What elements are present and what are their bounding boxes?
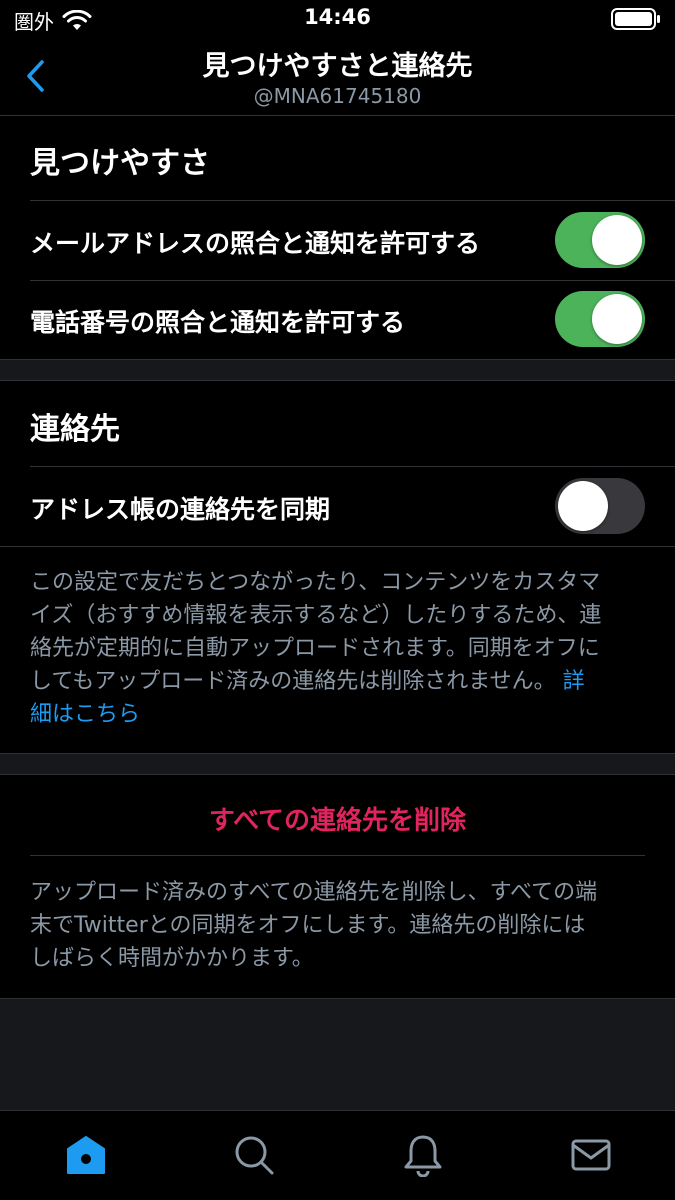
description-line: してもアップロード済みの連絡先は削除されません。 詳 bbox=[30, 665, 650, 698]
empty-area bbox=[0, 998, 675, 1110]
description-line: 末でTwitterとの同期をオフにします。連絡先の削除には bbox=[30, 913, 586, 938]
tab-bar bbox=[0, 1110, 675, 1200]
description-line: 絡先が定期的に自動アップロードされます。同期をオフに bbox=[30, 636, 600, 661]
contacts-title: 連絡先 bbox=[30, 412, 120, 447]
page-title: 見つけやすさと連絡先 bbox=[202, 51, 473, 82]
section-separator bbox=[0, 359, 675, 381]
status-time: 14:46 bbox=[304, 5, 371, 29]
account-handle: @MNA61745180 bbox=[253, 84, 422, 108]
toggle-knob bbox=[558, 481, 608, 531]
description-text: してもアップロード済みの連絡先は削除されません。 bbox=[30, 669, 556, 694]
description-line: イズ（おすすめ情報を表示するなど）したりするため、連 bbox=[30, 603, 602, 628]
divider bbox=[30, 466, 675, 467]
description-line: この設定で友だちとつながったり、コンテンツをカスタマ bbox=[30, 570, 601, 595]
battery-icon bbox=[611, 8, 660, 30]
divider bbox=[30, 855, 645, 856]
toggle-knob bbox=[592, 294, 642, 344]
section-separator bbox=[0, 753, 675, 775]
toggle-knob bbox=[592, 215, 642, 265]
delete-all-contacts-button[interactable]: すべての連絡先を削除 bbox=[0, 800, 675, 837]
delete-description: アップロード済みのすべての連絡先を削除し、すべての端 末でTwitterとの同期… bbox=[30, 876, 650, 975]
description-line: しばらく時間がかかります。 bbox=[30, 946, 314, 971]
search-icon[interactable] bbox=[232, 1133, 276, 1177]
discoverability-title: 見つけやすさ bbox=[30, 146, 210, 181]
divider bbox=[0, 546, 675, 547]
phone-match-label: 電話番号の照合と通知を許可する bbox=[30, 308, 406, 337]
status-bar: 圏外 14:46 bbox=[0, 0, 675, 38]
mail-icon[interactable] bbox=[569, 1133, 613, 1177]
sync-contacts-toggle[interactable] bbox=[555, 478, 645, 534]
divider bbox=[30, 280, 675, 281]
screen: 圏外 14:46 見つけやすさと連絡先 @MNA61745180 見つけやすさ … bbox=[0, 0, 675, 1200]
bell-icon[interactable] bbox=[401, 1133, 445, 1177]
email-match-toggle[interactable] bbox=[555, 212, 645, 268]
nav-header: 見つけやすさと連絡先 @MNA61745180 bbox=[0, 38, 675, 116]
sync-contacts-label: アドレス帳の連絡先を同期 bbox=[30, 495, 331, 524]
divider bbox=[30, 200, 675, 201]
phone-match-toggle[interactable] bbox=[555, 291, 645, 347]
description-line: アップロード済みのすべての連絡先を削除し、すべての端 bbox=[30, 880, 598, 905]
learn-more-link[interactable]: 細はこちら bbox=[30, 702, 140, 727]
email-match-label: メールアドレスの照合と通知を許可する bbox=[30, 229, 481, 258]
sync-description: この設定で友だちとつながったり、コンテンツをカスタマ イズ（おすすめ情報を表示す… bbox=[30, 566, 650, 731]
learn-more-link[interactable]: 詳 bbox=[563, 669, 585, 694]
home-icon[interactable] bbox=[64, 1133, 108, 1177]
description-line: 細はこちら bbox=[30, 698, 650, 731]
